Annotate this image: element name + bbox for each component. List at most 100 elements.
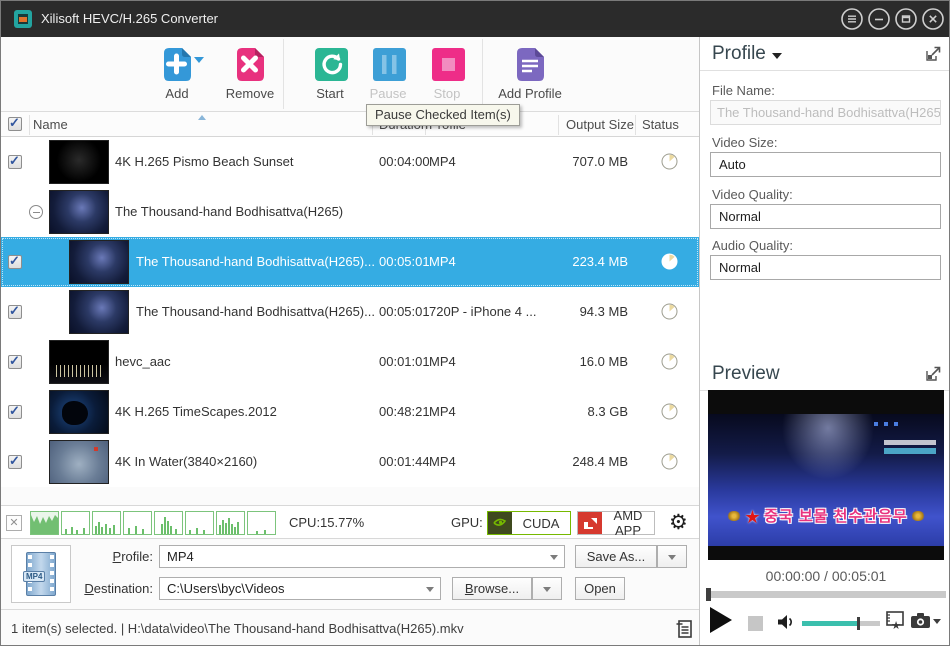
video-thumbnail bbox=[49, 140, 109, 184]
chevron-down-icon[interactable] bbox=[772, 53, 782, 59]
minimize-icon[interactable] bbox=[867, 7, 891, 31]
row-checkbox[interactable]: ✓ bbox=[8, 355, 22, 369]
amd-app-toggle[interactable]: AMD APP bbox=[577, 511, 655, 535]
destination-combobox-value: C:\Users\byc\Videos bbox=[167, 581, 285, 596]
collapse-icon[interactable] bbox=[29, 205, 43, 219]
star-icon: ★ bbox=[744, 507, 760, 527]
file-name: The Thousand-hand Bodhisattva(H265)... bbox=[136, 237, 378, 287]
file-name-label: File Name: bbox=[712, 83, 775, 98]
main-area: Add Remove Start Pause Stop bbox=[1, 37, 699, 646]
table-row[interactable]: ✓ 4K In Water(3840×2160) 00:01:44 MP4 24… bbox=[1, 437, 699, 487]
add-button[interactable]: Add bbox=[148, 45, 206, 101]
volume-slider[interactable] bbox=[802, 621, 880, 626]
video-thumbnail bbox=[69, 240, 129, 284]
stop-button[interactable]: Stop bbox=[418, 45, 476, 101]
volume-handle[interactable] bbox=[857, 617, 860, 630]
video-thumbnail bbox=[49, 340, 109, 384]
stop-icon bbox=[429, 45, 465, 83]
add-label: Add bbox=[148, 86, 206, 101]
close-meter-icon[interactable]: ✕ bbox=[6, 515, 22, 531]
chevron-down-icon bbox=[668, 555, 676, 560]
expand-icon[interactable] bbox=[925, 365, 942, 385]
file-name: 4K H.265 Pismo Beach Sunset bbox=[115, 137, 365, 187]
video-thumbnail bbox=[69, 290, 129, 334]
row-checkbox[interactable]: ✓ bbox=[8, 155, 22, 169]
gold-flourish-icon bbox=[911, 511, 925, 521]
film-icon: MP4 bbox=[26, 552, 56, 596]
status-text: 1 item(s) selected. | H:\data\video\The … bbox=[11, 621, 464, 636]
table-row[interactable]: ✓ The Thousand-hand Bodhisattva(H265)...… bbox=[1, 287, 699, 337]
check-icon: ✓ bbox=[9, 253, 20, 269]
browse-dropdown-button[interactable] bbox=[532, 577, 562, 600]
row-checkbox[interactable]: ✓ bbox=[8, 305, 22, 319]
select-all-checkbox[interactable]: ✓ bbox=[8, 117, 22, 131]
table-row-selected[interactable]: ✓ The Thousand-hand Bodhisattva(H265)...… bbox=[1, 237, 699, 287]
table-row[interactable]: ✓ 4K H.265 TimeScapes.2012 00:48:21 MP4 … bbox=[1, 387, 699, 437]
profile-section-title: Profile bbox=[712, 43, 766, 65]
open-button[interactable]: Open bbox=[575, 577, 625, 600]
expand-icon[interactable] bbox=[925, 45, 942, 65]
file-duration: 00:04:00 bbox=[379, 137, 430, 187]
close-icon[interactable] bbox=[921, 7, 945, 31]
column-output-size[interactable]: Output Size bbox=[566, 117, 634, 132]
destination-combobox[interactable]: C:\Users\byc\Videos bbox=[159, 577, 441, 600]
maximize-icon[interactable] bbox=[894, 7, 918, 31]
column-name[interactable]: Name bbox=[33, 117, 68, 132]
video-size-select[interactable]: Auto bbox=[710, 152, 941, 177]
svg-text:★: ★ bbox=[891, 620, 901, 630]
speaker-icon[interactable] bbox=[776, 613, 796, 634]
stop-playback-button[interactable] bbox=[748, 616, 763, 631]
column-status[interactable]: Status bbox=[642, 117, 679, 132]
audio-quality-select[interactable]: Normal bbox=[710, 255, 941, 280]
save-as-dropdown-button[interactable] bbox=[657, 545, 687, 568]
file-output-size: 94.3 MB bbox=[536, 287, 628, 337]
seek-handle[interactable] bbox=[706, 588, 711, 601]
cuda-label: CUDA bbox=[512, 516, 570, 531]
pause-icon bbox=[370, 45, 406, 83]
cuda-toggle[interactable]: CUDA bbox=[487, 511, 571, 535]
resource-bar: ✕ CPU:15.77% GPU: CUDA AMD APP ⚙ bbox=[1, 505, 699, 539]
pause-button[interactable]: Pause bbox=[359, 45, 417, 101]
table-row-group[interactable]: The Thousand-hand Bodhisattva(H265) bbox=[1, 187, 699, 237]
task-list-icon[interactable] bbox=[675, 619, 693, 642]
add-file-icon bbox=[159, 45, 195, 83]
start-button[interactable]: Start bbox=[301, 45, 359, 101]
pause-label: Pause bbox=[359, 86, 417, 101]
seek-bar[interactable] bbox=[706, 591, 946, 598]
table-row[interactable]: ✓ 4K H.265 Pismo Beach Sunset 00:04:00 M… bbox=[1, 137, 699, 187]
profile-field-label: Profile: bbox=[81, 549, 153, 564]
gear-icon[interactable]: ⚙ bbox=[669, 510, 688, 535]
amd-logo-icon bbox=[578, 512, 602, 534]
gold-flourish-icon bbox=[727, 511, 741, 521]
save-as-button[interactable]: Save As... bbox=[575, 545, 657, 568]
preview-osd-overlay bbox=[884, 440, 936, 445]
browse-button[interactable]: Browse... bbox=[452, 577, 532, 600]
video-quality-select[interactable]: Normal bbox=[710, 204, 941, 229]
nvidia-logo-icon bbox=[488, 512, 512, 534]
menu-icon[interactable] bbox=[840, 7, 864, 31]
bookmark-frame-icon[interactable]: ★ bbox=[886, 610, 908, 633]
add-profile-button[interactable]: Add Profile bbox=[494, 45, 566, 101]
clock-status-icon bbox=[661, 153, 678, 173]
remove-button[interactable]: Remove bbox=[221, 45, 279, 101]
format-text: MP4 bbox=[23, 571, 45, 582]
preview-frame: ★ 중국 보물 천수관음무 bbox=[708, 414, 944, 546]
row-checkbox[interactable]: ✓ bbox=[8, 405, 22, 419]
file-name: 4K In Water(3840×2160) bbox=[115, 437, 365, 487]
app-window: Xilisoft HEVC/H.265 Converter Add Remove… bbox=[0, 0, 950, 646]
status-bar: 1 item(s) selected. | H:\data\video\The … bbox=[1, 609, 699, 646]
preview-osd-overlay bbox=[884, 448, 936, 454]
snapshot-camera-icon[interactable] bbox=[910, 611, 932, 632]
snapshot-dropdown-icon[interactable] bbox=[933, 619, 941, 624]
table-row[interactable]: ✓ hevc_aac 00:01:01 MP4 16.0 MB bbox=[1, 337, 699, 387]
row-checkbox[interactable]: ✓ bbox=[8, 255, 22, 269]
file-name-input[interactable] bbox=[710, 100, 941, 125]
video-preview[interactable]: ★ 중국 보물 천수관음무 bbox=[708, 390, 944, 560]
toolbar-separator bbox=[482, 39, 483, 109]
row-checkbox[interactable]: ✓ bbox=[8, 455, 22, 469]
profile-combobox[interactable]: MP4 bbox=[159, 545, 565, 568]
add-dropdown-icon[interactable] bbox=[194, 57, 204, 63]
file-output-size: 16.0 MB bbox=[536, 337, 628, 387]
video-thumbnail bbox=[49, 190, 109, 234]
play-button[interactable] bbox=[710, 607, 732, 633]
